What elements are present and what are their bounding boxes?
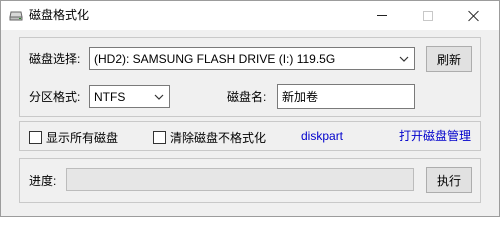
disk-select-dropdown[interactable]: (HD2): SAMSUNG FLASH DRIVE (I:) 119.5G (89, 47, 415, 70)
show-all-disks-label: 显示所有磁盘 (46, 131, 119, 145)
clear-without-format-label: 清除磁盘不格式化 (170, 131, 267, 145)
progress-label: 进度: (29, 174, 57, 188)
progress-bar (66, 168, 414, 191)
title-bar: 磁盘格式化 (1, 1, 499, 30)
window-title: 磁盘格式化 (29, 8, 90, 22)
checkbox-box[interactable] (29, 131, 42, 144)
maximize-icon (423, 10, 433, 21)
disk-select-label: 磁盘选择: (29, 52, 81, 66)
minimize-icon (377, 15, 387, 16)
chevron-down-icon (397, 51, 411, 66)
maximize-button[interactable] (405, 1, 451, 30)
close-icon (468, 10, 480, 22)
diskpart-link[interactable]: diskpart (301, 129, 343, 143)
refresh-button[interactable]: 刷新 (426, 46, 472, 72)
disk-name-input[interactable]: 新加卷 (277, 84, 415, 109)
checkbox-box[interactable] (153, 131, 166, 144)
disk-name-value: 新加卷 (282, 90, 319, 104)
partition-format-value: NTFS (94, 89, 126, 104)
partition-format-dropdown[interactable]: NTFS (89, 85, 170, 108)
execute-button[interactable]: 执行 (426, 167, 472, 193)
show-all-disks-checkbox[interactable]: 显示所有磁盘 (29, 129, 118, 146)
clear-without-format-checkbox[interactable]: 清除磁盘不格式化 (153, 129, 266, 146)
open-disk-management-link[interactable]: 打开磁盘管理 (399, 129, 471, 143)
partition-format-label: 分区格式: (29, 90, 81, 104)
disk-drive-icon (9, 10, 23, 21)
minimize-button[interactable] (359, 1, 405, 30)
disk-select-value: (HD2): SAMSUNG FLASH DRIVE (I:) 119.5G (94, 51, 336, 66)
disk-name-label: 磁盘名: (227, 90, 267, 104)
close-button[interactable] (451, 1, 497, 30)
format-window: 磁盘格式化 磁盘选择: (HD2): SAMSUNG FLASH DRIVE (… (0, 0, 500, 217)
chevron-down-icon (152, 89, 166, 104)
